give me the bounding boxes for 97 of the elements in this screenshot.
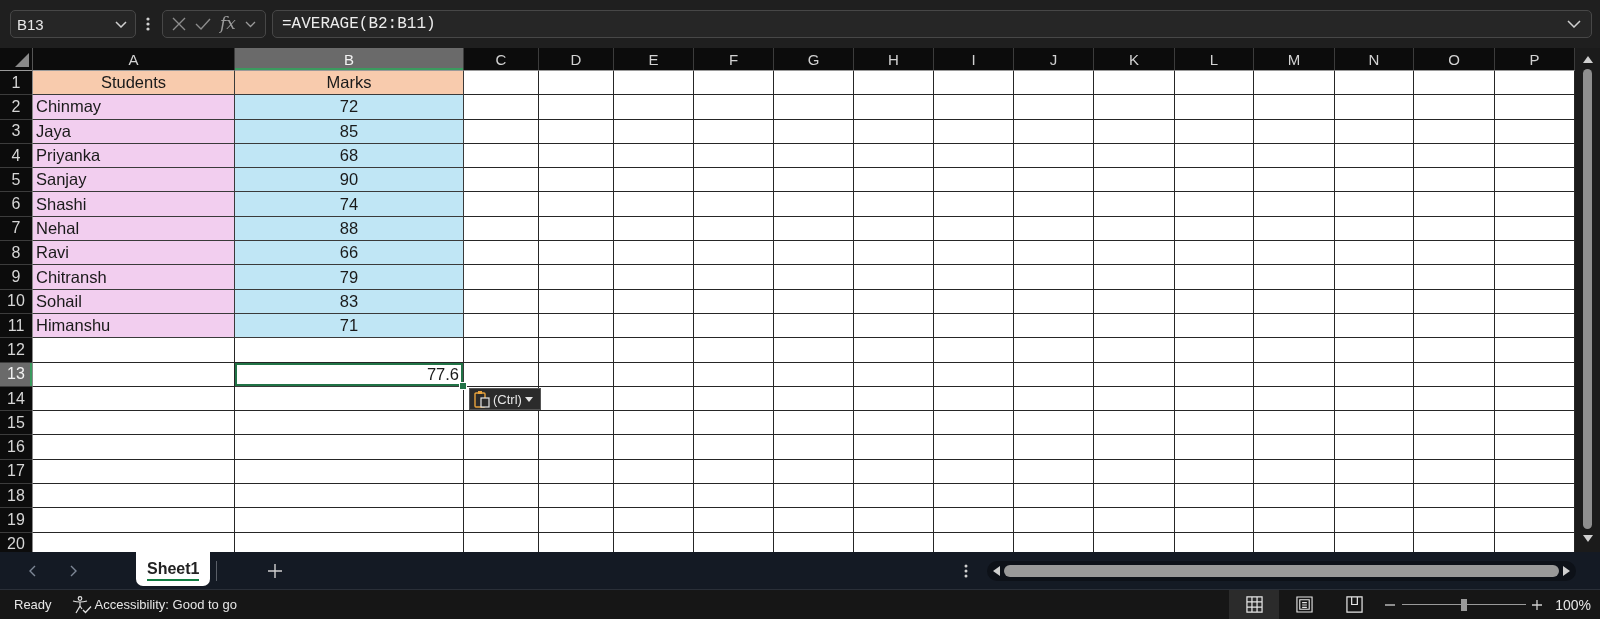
- sheet-tab[interactable]: Sheet1: [136, 552, 211, 586]
- row-header[interactable]: 17: [0, 459, 33, 485]
- spreadsheet-cell[interactable]: Sohail: [33, 289, 235, 314]
- spreadsheet-cell[interactable]: 68: [235, 143, 464, 169]
- vertical-scrollbar[interactable]: [1575, 48, 1600, 552]
- spreadsheet-cell[interactable]: 85: [235, 119, 464, 144]
- column-header[interactable]: P: [1495, 48, 1575, 71]
- column-header[interactable]: K: [1094, 48, 1175, 71]
- status-text: Ready: [14, 597, 52, 612]
- row-header[interactable]: 3: [0, 119, 33, 144]
- row-header[interactable]: 7: [0, 216, 33, 242]
- cross-icon[interactable]: [172, 17, 186, 31]
- spreadsheet-cell[interactable]: 66: [235, 241, 464, 266]
- row-header[interactable]: 14: [0, 386, 33, 412]
- check-icon[interactable]: [195, 18, 211, 30]
- plus-icon[interactable]: [268, 563, 283, 578]
- spreadsheet-cell[interactable]: 83: [235, 289, 464, 314]
- view-button[interactable]: [1229, 590, 1280, 619]
- page-break-icon: [1345, 596, 1363, 613]
- zoom-slider-thumb[interactable]: [1461, 598, 1468, 611]
- plus-icon[interactable]: [1532, 599, 1543, 610]
- vertical-ellipsis-icon[interactable]: [146, 17, 150, 31]
- caret-icon: [115, 20, 127, 28]
- spreadsheet-cell[interactable]: Marks: [235, 71, 464, 96]
- spreadsheet-cell[interactable]: Chitransh: [33, 265, 235, 290]
- row-header[interactable]: 15: [0, 411, 33, 436]
- row-header[interactable]: 1: [0, 71, 33, 96]
- column-header[interactable]: D: [539, 48, 614, 71]
- spreadsheet-cell[interactable]: 74: [235, 192, 464, 217]
- horizontal-scrollbar[interactable]: [987, 560, 1576, 581]
- page-layout-icon: [1295, 596, 1313, 613]
- accessibility-icon: [71, 595, 92, 614]
- column-header[interactable]: H: [854, 48, 934, 71]
- scroll-up-icon[interactable]: [1582, 56, 1593, 63]
- insert-function-button[interactable]: fx: [220, 14, 236, 34]
- name-box[interactable]: B13: [10, 10, 136, 38]
- grid-icon: [1245, 596, 1263, 613]
- column-header[interactable]: J: [1014, 48, 1094, 71]
- row-header[interactable]: 19: [0, 508, 33, 533]
- column-header[interactable]: G: [774, 48, 854, 71]
- scrollbar-thumb[interactable]: [1583, 69, 1592, 529]
- clipboard-icon: [474, 390, 490, 408]
- accessibility-button[interactable]: Accessibility: Good to go: [71, 595, 237, 614]
- scroll-left-icon[interactable]: [993, 565, 1000, 576]
- scrollbar-thumb[interactable]: [1004, 564, 1559, 577]
- column-header[interactable]: F: [694, 48, 774, 71]
- spreadsheet-cell[interactable]: Priyanka: [33, 143, 235, 169]
- row-header[interactable]: 5: [0, 168, 33, 193]
- spreadsheet-cell[interactable]: Ravi: [33, 241, 235, 266]
- spreadsheet-cell[interactable]: Shashi: [33, 192, 235, 217]
- expand-icon[interactable]: [1567, 20, 1581, 28]
- spreadsheet-cell[interactable]: 79: [235, 265, 464, 290]
- spreadsheet-cell[interactable]: Chinmay: [33, 95, 235, 120]
- column-header[interactable]: N: [1335, 48, 1414, 71]
- column-header[interactable]: I: [934, 48, 1014, 71]
- spreadsheet-cell[interactable]: 90: [235, 168, 464, 193]
- caret-icon[interactable]: [244, 20, 256, 28]
- vertical-ellipsis-icon[interactable]: [964, 563, 968, 578]
- row-header[interactable]: 4: [0, 143, 33, 169]
- spreadsheet-cell[interactable]: Students: [33, 71, 235, 96]
- spreadsheet-cell[interactable]: Himanshu: [33, 313, 235, 339]
- column-header[interactable]: O: [1414, 48, 1495, 71]
- chevron-left-icon[interactable]: [29, 564, 36, 577]
- row-header[interactable]: 18: [0, 484, 33, 509]
- scroll-right-icon[interactable]: [1563, 565, 1570, 576]
- row-header[interactable]: 11: [0, 313, 33, 339]
- fill-handle[interactable]: [459, 381, 467, 390]
- column-header[interactable]: C: [464, 48, 539, 71]
- chevron-right-icon[interactable]: [70, 564, 77, 577]
- scroll-down-icon[interactable]: [1582, 535, 1593, 542]
- spreadsheet-cell[interactable]: 77.6: [235, 362, 464, 387]
- column-header[interactable]: M: [1254, 48, 1335, 71]
- spreadsheet-cell[interactable]: Sanjay: [33, 168, 235, 193]
- paste-options-button[interactable]: (Ctrl): [469, 388, 541, 410]
- column-header[interactable]: A: [33, 48, 235, 71]
- row-header[interactable]: 13: [0, 362, 33, 387]
- column-header[interactable]: B: [235, 48, 464, 71]
- formula-field[interactable]: =AVERAGE(B2:B11): [272, 10, 1592, 38]
- triangle-icon: [15, 53, 29, 67]
- select-all-button[interactable]: [0, 48, 33, 71]
- caret-icon: [524, 396, 533, 402]
- zoom-level-text[interactable]: 100%: [1555, 596, 1591, 613]
- spreadsheet-cell[interactable]: Jaya: [33, 119, 235, 144]
- row-header[interactable]: 2: [0, 95, 33, 120]
- row-header[interactable]: 10: [0, 289, 33, 314]
- row-header[interactable]: 6: [0, 192, 33, 217]
- row-header[interactable]: 9: [0, 265, 33, 290]
- column-header[interactable]: E: [614, 48, 694, 71]
- spreadsheet-cell[interactable]: 72: [235, 95, 464, 120]
- row-header[interactable]: 12: [0, 338, 33, 363]
- spreadsheet-cell[interactable]: Nehal: [33, 216, 235, 242]
- minus-icon[interactable]: [1385, 603, 1396, 606]
- row-header[interactable]: 16: [0, 435, 33, 460]
- column-header[interactable]: L: [1175, 48, 1254, 71]
- spreadsheet-cell[interactable]: 71: [235, 313, 464, 339]
- spreadsheet-cell[interactable]: 88: [235, 216, 464, 242]
- row-header[interactable]: 8: [0, 241, 33, 266]
